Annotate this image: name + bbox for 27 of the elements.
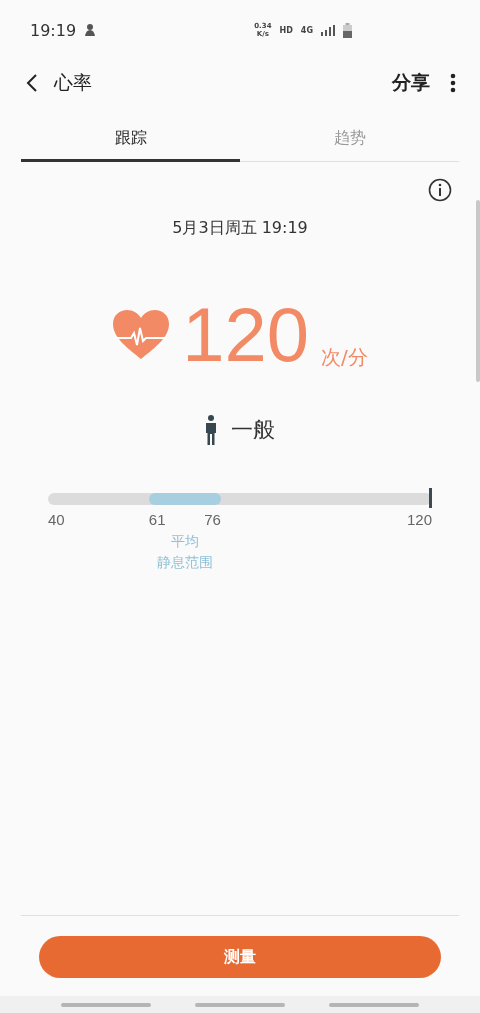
battery-icon xyxy=(343,22,352,38)
hd-label: HD xyxy=(279,25,293,35)
scale-label: 120 xyxy=(406,511,432,528)
notification-icon xyxy=(84,23,97,37)
status-label: 一般 xyxy=(231,416,275,444)
range-caption: 静息范围 xyxy=(156,553,213,572)
info-icon[interactable] xyxy=(428,178,452,202)
tab[interactable]: 跟踪 xyxy=(21,118,240,162)
scale-label: 61 xyxy=(148,511,166,528)
network-label: 4G xyxy=(300,25,313,35)
range-caption: 平均 xyxy=(170,532,199,551)
nav-bar-handle[interactable] xyxy=(329,1002,419,1007)
scale-label: 40 xyxy=(48,511,65,528)
person-icon xyxy=(205,415,217,445)
page-title: 心率 xyxy=(54,70,93,95)
heart-rate-value: 120 xyxy=(182,297,310,373)
share-button[interactable]: 分享 xyxy=(392,70,430,96)
nav-bar-handle[interactable] xyxy=(195,1002,285,1007)
status-time: 19:19 xyxy=(30,20,77,40)
back-icon[interactable] xyxy=(26,73,38,93)
nav-bar-handle[interactable] xyxy=(61,1002,151,1007)
measurement-date: 5月3日周五 19:19 xyxy=(171,218,309,239)
more-icon[interactable] xyxy=(450,73,456,93)
signal-icon xyxy=(321,24,335,36)
heart-rate-icon xyxy=(112,309,171,361)
heart-rate-unit: 次/分 xyxy=(321,344,368,371)
scale-label: 76 xyxy=(204,511,221,528)
